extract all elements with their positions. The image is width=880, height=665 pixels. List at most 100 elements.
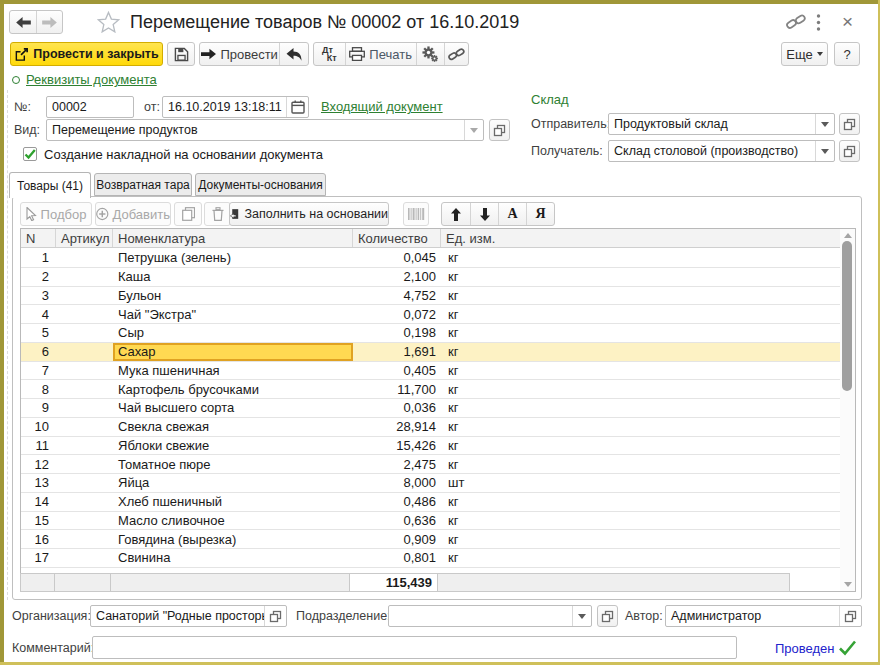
cell-row-number: 6 bbox=[21, 343, 56, 361]
delete-button[interactable] bbox=[204, 202, 231, 226]
table-row[interactable]: 4Чай "Экстра"0,072кг bbox=[21, 305, 840, 324]
table-row[interactable]: 8Картофель брусочками11,700кг bbox=[21, 380, 840, 399]
department-dropdown-button[interactable] bbox=[572, 606, 591, 626]
cell-row-number: 14 bbox=[21, 493, 56, 511]
scroll-up-icon[interactable] bbox=[844, 233, 852, 238]
move-down-button[interactable] bbox=[470, 203, 498, 225]
sort-desc-label: Я bbox=[535, 206, 545, 222]
save-button[interactable] bbox=[167, 42, 195, 66]
create-invoice-checkbox[interactable] bbox=[23, 147, 37, 161]
number-input[interactable]: 00002 bbox=[46, 96, 134, 118]
table-row[interactable]: 5Сыр0,198кг bbox=[21, 324, 840, 343]
copy-button[interactable] bbox=[174, 202, 202, 226]
column-header-quantity[interactable]: Количество bbox=[353, 229, 441, 247]
receiver-value: Склад столовой (производство) bbox=[609, 144, 815, 158]
department-combo[interactable] bbox=[388, 605, 592, 627]
tab-basis-documents[interactable]: Документы-основания bbox=[195, 173, 326, 196]
table-row[interactable]: 6Сахар1,691кг bbox=[21, 343, 840, 362]
calendar-button[interactable] bbox=[286, 97, 308, 117]
more-menu-dots-icon[interactable] bbox=[816, 13, 821, 35]
table-body: 1Петрушка (зелень)0,045кг2Каша2,100кг3Бу… bbox=[21, 249, 840, 568]
post-and-close-button[interactable]: Провести и закрыть bbox=[10, 42, 163, 66]
sort-desc-button[interactable]: Я bbox=[526, 203, 554, 225]
get-link-icon[interactable] bbox=[786, 13, 806, 34]
column-header-nomenclature[interactable]: Номенклатура bbox=[113, 229, 353, 247]
author-field[interactable]: Администратор bbox=[665, 605, 862, 627]
cell-nomenclature: Мука пшеничная bbox=[113, 362, 353, 380]
receiver-dropdown-button[interactable] bbox=[815, 141, 834, 161]
print-button[interactable]: Печать bbox=[345, 43, 416, 65]
post-button[interactable]: Провести bbox=[200, 43, 279, 65]
table-row[interactable]: 9Чай высшего сорта0,036кг bbox=[21, 399, 840, 418]
document-window: Перемещение товаров № 00002 от 16.10.201… bbox=[0, 0, 880, 665]
fill-on-basis-button[interactable]: Заполнить на основании bbox=[229, 202, 389, 226]
sender-combo[interactable]: Продуктовый склад bbox=[608, 113, 835, 135]
author-open-button[interactable] bbox=[839, 606, 861, 626]
organization-field[interactable]: Санаторий "Родные просторы" bbox=[90, 605, 287, 627]
cell-quantity: 2,475 bbox=[353, 455, 441, 473]
sender-open-button[interactable] bbox=[839, 113, 860, 135]
help-label: ? bbox=[843, 47, 850, 62]
move-up-button[interactable] bbox=[442, 203, 470, 225]
column-header-n[interactable]: N bbox=[21, 229, 56, 247]
add-button[interactable]: Добавить bbox=[95, 202, 171, 226]
document-requisites-link[interactable]: Реквизиты документа bbox=[26, 72, 157, 87]
cell-row-number: 9 bbox=[21, 399, 56, 417]
table-row[interactable]: 17Свинина0,801кг bbox=[21, 549, 840, 568]
table-row[interactable]: 7Мука пшеничная0,405кг bbox=[21, 362, 840, 381]
tab-returnable-packaging[interactable]: Возвратная тара bbox=[94, 173, 192, 196]
receiver-open-button[interactable] bbox=[839, 140, 860, 162]
form-left-splitter bbox=[7, 90, 8, 600]
receiver-combo[interactable]: Склад столовой (производство) bbox=[608, 140, 835, 162]
sender-dropdown-button[interactable] bbox=[815, 114, 834, 134]
favorite-star-icon[interactable] bbox=[97, 11, 120, 36]
cell-nomenclature: Свекла свежая bbox=[113, 418, 353, 436]
column-header-unit[interactable]: Ед. изм. bbox=[441, 229, 840, 247]
table-row[interactable]: 10Свекла свежая28,914кг bbox=[21, 418, 840, 437]
table-row[interactable]: 11Яблоки свежие15,426кг bbox=[21, 437, 840, 456]
date-input[interactable]: 16.10.2019 13:18:11 bbox=[162, 96, 309, 118]
help-button[interactable]: ? bbox=[834, 42, 860, 66]
table-row[interactable]: 14Хлеб пшеничный0,486кг bbox=[21, 493, 840, 512]
forward-button[interactable] bbox=[36, 11, 62, 33]
scroll-down-icon[interactable] bbox=[844, 582, 852, 587]
incoming-document-link[interactable]: Входящий документ bbox=[321, 99, 443, 114]
table-row[interactable]: 2Каша2,100кг bbox=[21, 268, 840, 287]
table-row[interactable]: 3Бульон4,752кг bbox=[21, 287, 840, 306]
cell-article bbox=[56, 268, 113, 286]
sender-label: Отправитель: bbox=[531, 113, 610, 135]
barcode-button[interactable] bbox=[403, 202, 429, 226]
vertical-scrollbar[interactable] bbox=[840, 229, 855, 591]
link-button[interactable] bbox=[444, 43, 468, 65]
settings-button[interactable] bbox=[416, 43, 445, 65]
column-header-article[interactable]: Артикул bbox=[56, 229, 113, 247]
table-row[interactable]: 12Томатное пюре2,475кг bbox=[21, 455, 840, 474]
collapse-marker-icon[interactable] bbox=[12, 76, 20, 84]
table-row[interactable]: 15Масло сливочное0,636кг bbox=[21, 512, 840, 531]
kind-combo[interactable]: Перемещение продуктов bbox=[46, 119, 484, 141]
department-open-button[interactable] bbox=[597, 605, 618, 627]
back-button[interactable] bbox=[10, 11, 36, 33]
table-row[interactable]: 1Петрушка (зелень)0,045кг bbox=[21, 249, 840, 268]
scrollbar-thumb[interactable] bbox=[842, 241, 852, 391]
kind-dropdown-button[interactable] bbox=[464, 120, 483, 140]
nav-buttons bbox=[9, 10, 63, 34]
undo-button[interactable] bbox=[279, 43, 308, 65]
cell-row-number: 12 bbox=[21, 455, 56, 473]
post-and-close-icon bbox=[14, 47, 29, 62]
cell-nomenclature: Яблоки свежие bbox=[113, 437, 353, 455]
table-row[interactable]: 16Говядина (вырезка)0,909кг bbox=[21, 530, 840, 549]
kind-open-button[interactable] bbox=[489, 119, 510, 141]
table-row[interactable]: 13Яйца8,000шт bbox=[21, 474, 840, 493]
tab-goods[interactable]: Товары (41) bbox=[9, 172, 91, 198]
dt-kt-button[interactable]: Дт Кт bbox=[314, 43, 345, 65]
comment-input[interactable] bbox=[92, 636, 737, 659]
cell-nomenclature: Хлеб пшеничный bbox=[113, 493, 353, 511]
cell-quantity: 8,000 bbox=[353, 474, 441, 492]
cell-article bbox=[56, 380, 113, 398]
pick-button[interactable]: Подбор bbox=[20, 202, 92, 226]
sort-asc-button[interactable]: А bbox=[498, 203, 526, 225]
close-icon[interactable]: × bbox=[842, 10, 853, 34]
more-button[interactable]: Еще bbox=[781, 42, 828, 66]
organization-open-button[interactable] bbox=[264, 606, 286, 626]
